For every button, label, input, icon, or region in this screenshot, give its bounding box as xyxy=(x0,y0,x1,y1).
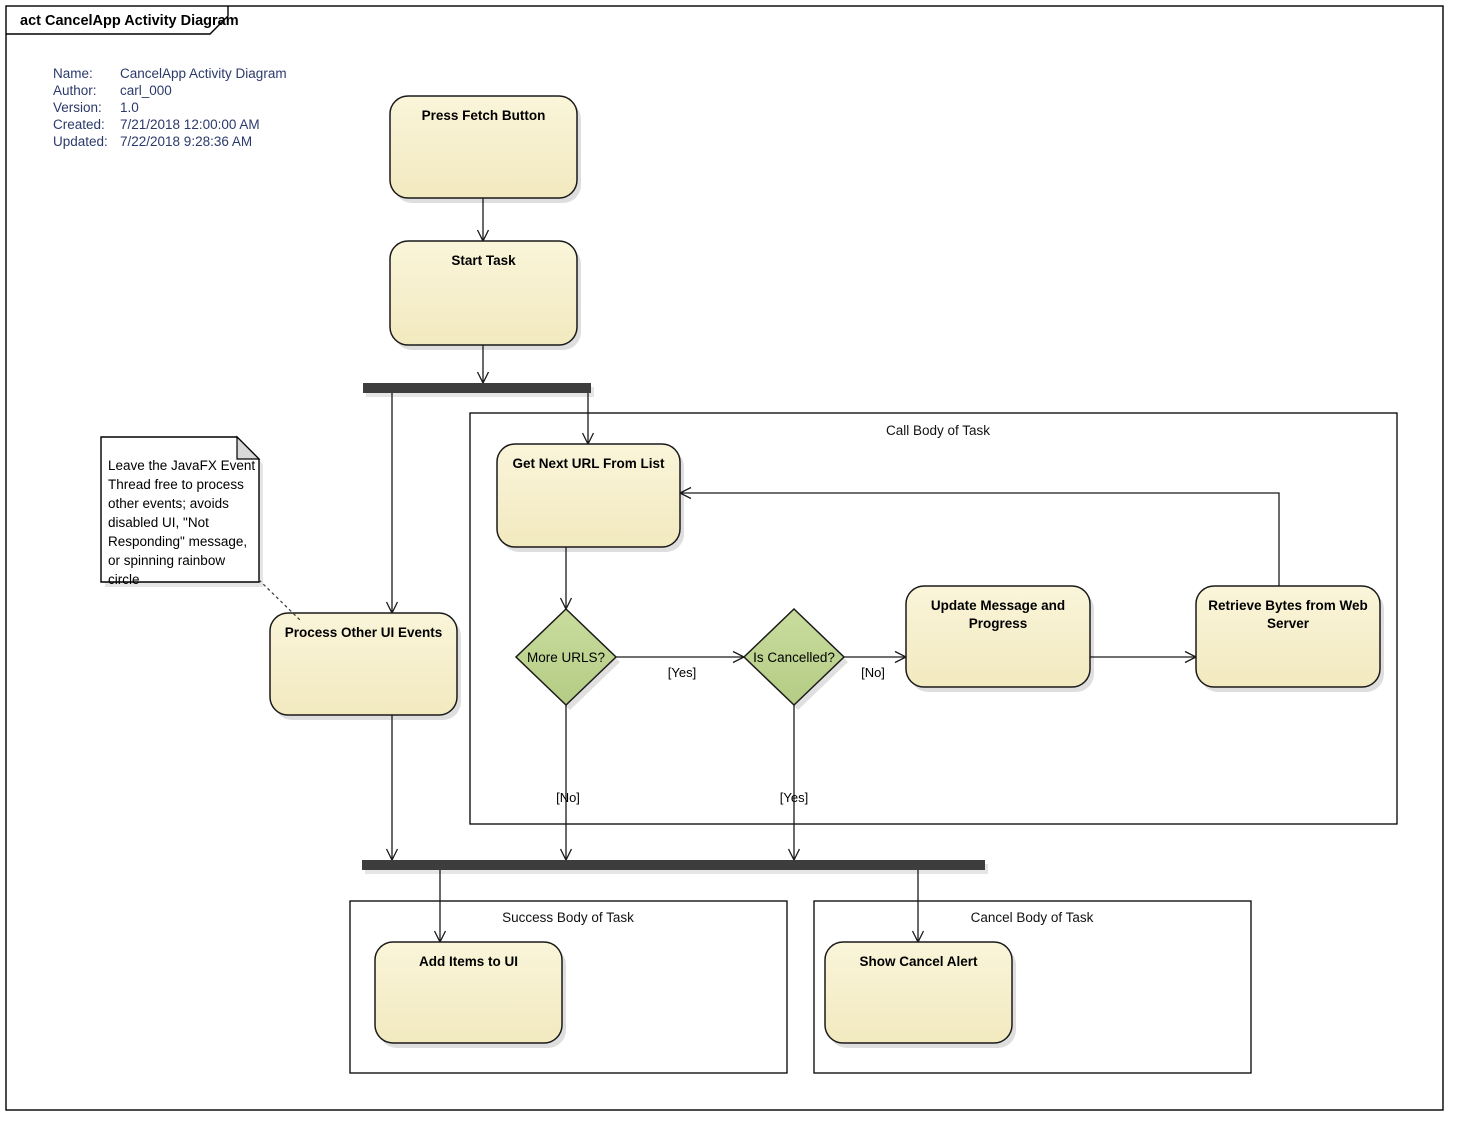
fork-bar xyxy=(363,383,591,393)
metadata-value: 7/22/2018 9:28:36 AM xyxy=(120,134,252,149)
activity-label-process-other-ui-events: Process Other UI Events xyxy=(285,625,443,640)
note-text-line: Responding" message, xyxy=(108,534,247,549)
diagram-surface: act CancelApp Activity Diagram Name: Canc… xyxy=(5,5,1444,1111)
activity-label-get-next-url-from-list: Get Next URL From List xyxy=(512,456,665,471)
activity-label-retrieve-bytes-from-web-server: Retrieve Bytes from Web xyxy=(1208,598,1368,613)
diagram-frame-tab-label: act CancelApp Activity Diagram xyxy=(20,13,239,29)
node-layer: Press Fetch Button Start Task Process Othe… xyxy=(269,95,1384,1048)
activity-label-start-task: Start Task xyxy=(451,253,516,268)
metadata-label: Author: xyxy=(53,83,97,98)
decision-label-is-cancelled-decision: Is Cancelled? xyxy=(753,650,835,665)
note-fold-corner-icon xyxy=(236,435,261,460)
metadata-label: Updated: xyxy=(53,134,108,149)
activity-label-add-items-to-ui: Add Items to UI xyxy=(419,954,518,969)
edge-retrieve-bytes-loop-to-get-next-url xyxy=(680,492,1280,586)
activity-diagram-canvas: act CancelApp Activity Diagram Name: Canc… xyxy=(0,0,1463,1121)
guard-no-is-cancelled: [No] xyxy=(861,665,885,680)
note-layer: Leave the JavaFX Event Thread free to pro… xyxy=(100,435,301,621)
metadata-value: 1.0 xyxy=(120,100,139,115)
partition-label-cancel-body-of-task: Cancel Body of Task xyxy=(971,910,1094,925)
guard-yes-more-urls: [Yes] xyxy=(668,665,696,680)
metadata-label: Created: xyxy=(53,117,105,132)
partition-label-success-body-of-task: Success Body of Task xyxy=(502,910,634,925)
guard-yes-is-cancelled: [Yes] xyxy=(780,790,808,805)
metadata-label: Version: xyxy=(53,100,102,115)
activity-label-press-fetch-button: Press Fetch Button xyxy=(422,108,546,123)
diagram-metadata-block: Name: CancelApp Activity Diagram Author: ca… xyxy=(53,66,287,149)
metadata-value: carl_000 xyxy=(120,83,172,98)
decision-label-more-urls-decision: More URLS? xyxy=(527,650,605,665)
note-text-line: Thread free to process xyxy=(108,477,244,492)
note-text-line: or spinning rainbow xyxy=(108,553,225,568)
partition-label-call-body-of-task: Call Body of Task xyxy=(886,423,990,438)
activity-label-update-message-and-progress: Update Message and xyxy=(931,598,1065,613)
guard-no-more-urls: [No] xyxy=(556,790,580,805)
note-text-line: Leave the JavaFX Event xyxy=(108,458,255,473)
guard-label-layer: [Yes] [No] [No] [Yes] xyxy=(556,665,885,805)
join-bar xyxy=(362,860,985,870)
note-text-line: other events; avoids xyxy=(108,496,229,511)
activity-label-show-cancel-alert: Show Cancel Alert xyxy=(859,954,978,969)
metadata-label: Name: xyxy=(53,66,93,81)
note-anchor-connector xyxy=(258,579,301,621)
activity-label-update-message-and-progress: Progress xyxy=(969,616,1028,631)
activity-label-retrieve-bytes-from-web-server: Server xyxy=(1267,616,1310,631)
metadata-value: 7/21/2018 12:00:00 AM xyxy=(120,117,260,132)
note-text-line: disabled UI, "Not xyxy=(108,515,209,530)
metadata-value: CancelApp Activity Diagram xyxy=(120,66,287,81)
note-text-line: circle xyxy=(108,572,140,587)
